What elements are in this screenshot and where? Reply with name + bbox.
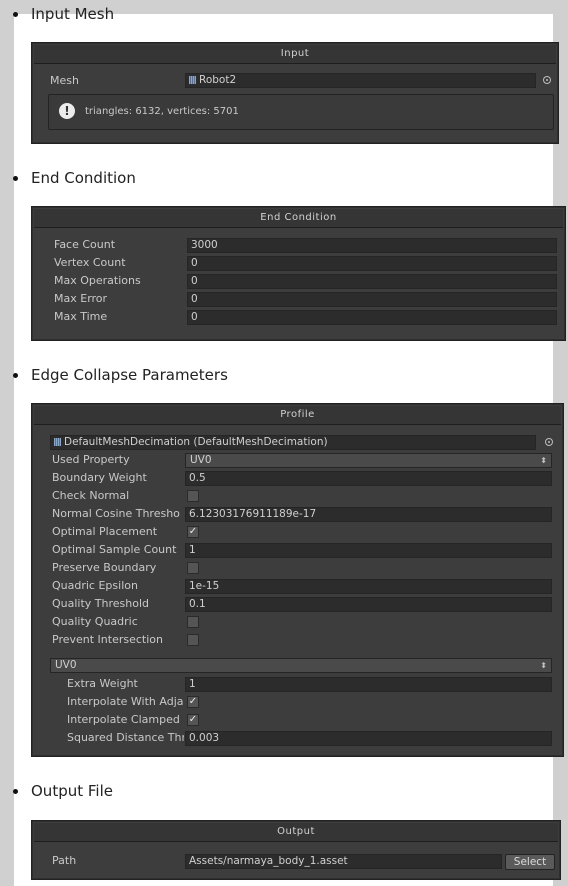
- optimal-sample-label: Optimal Sample Count: [52, 543, 177, 556]
- section-heading-output-file: Output File: [31, 782, 113, 800]
- bullet: [13, 12, 18, 17]
- extra-weight-label: Extra Weight: [67, 677, 138, 690]
- used-property-dropdown[interactable]: UV0 ⬍: [185, 453, 552, 468]
- profile-asset-field[interactable]: DefaultMeshDecimation (DefaultMeshDecima…: [50, 435, 536, 450]
- quality-quadric-label: Quality Quadric: [52, 615, 138, 628]
- vertex-count-field[interactable]: 0: [187, 256, 557, 271]
- dropdown-arrow-icon: ⬍: [540, 456, 547, 465]
- profile-picker-icon[interactable]: [545, 438, 553, 446]
- quadric-epsilon-field[interactable]: 1e-15: [185, 579, 552, 594]
- mesh-asset-icon: [189, 76, 196, 84]
- face-count-field[interactable]: 3000: [187, 238, 557, 253]
- end-condition-panel: End Condition Face Count 3000 Vertex Cou…: [31, 206, 566, 341]
- max-error-label: Max Error: [54, 292, 108, 305]
- mesh-label: Mesh: [50, 74, 79, 87]
- boundary-weight-label: Boundary Weight: [52, 471, 147, 484]
- optimal-placement-label: Optimal Placement: [52, 525, 158, 538]
- quality-threshold-field[interactable]: 0.1: [185, 597, 552, 612]
- mesh-value: Robot2: [199, 74, 237, 86]
- input-panel: Input Mesh Robot2 ! triangles: 6132, ver…: [31, 42, 559, 144]
- max-error-field[interactable]: 0: [187, 292, 557, 307]
- profile-asset-icon: [54, 438, 61, 446]
- mesh-field[interactable]: Robot2: [185, 73, 536, 88]
- output-panel-title: Output: [34, 823, 558, 842]
- info-icon: !: [59, 103, 75, 119]
- interpolate-adj-label: Interpolate With Adja: [67, 695, 184, 708]
- object-picker-icon[interactable]: [543, 76, 551, 84]
- interpolate-adj-checkbox[interactable]: ✓: [187, 696, 199, 708]
- path-label: Path: [52, 854, 77, 867]
- bullet: [13, 789, 18, 794]
- squared-distance-field[interactable]: 0.003: [185, 731, 552, 746]
- max-operations-field[interactable]: 0: [187, 274, 557, 289]
- interpolate-clamped-checkbox[interactable]: ✓: [187, 714, 199, 726]
- used-property-label: Used Property: [52, 453, 130, 466]
- max-operations-label: Max Operations: [54, 274, 141, 287]
- prevent-intersection-checkbox[interactable]: [187, 634, 199, 646]
- profile-panel-title: Profile: [34, 406, 561, 425]
- extra-weight-field[interactable]: 1: [185, 677, 552, 692]
- max-time-label: Max Time: [54, 310, 108, 323]
- used-property-value: UV0: [190, 454, 212, 466]
- preserve-boundary-checkbox[interactable]: [187, 562, 199, 574]
- vertex-count-label: Vertex Count: [54, 256, 126, 269]
- profile-panel: Profile DefaultMeshDecimation (DefaultMe…: [31, 403, 564, 757]
- bullet: [13, 373, 18, 378]
- interpolate-clamped-label: Interpolate Clamped: [67, 713, 180, 726]
- dropdown-arrow-icon: ⬍: [540, 661, 547, 670]
- mesh-info-box: ! triangles: 6132, vertices: 5701: [48, 94, 554, 130]
- max-time-field[interactable]: 0: [187, 310, 557, 325]
- profile-asset-value: DefaultMeshDecimation (DefaultMeshDecima…: [64, 436, 328, 448]
- path-field[interactable]: Assets/narmaya_body_1.asset: [185, 854, 502, 869]
- preserve-boundary-label: Preserve Boundary: [52, 561, 157, 574]
- normal-cosine-field[interactable]: 6.12303176911189e-17: [185, 507, 552, 522]
- quadric-epsilon-label: Quadric Epsilon: [52, 579, 138, 592]
- optimal-sample-field[interactable]: 1: [185, 543, 552, 558]
- check-normal-checkbox[interactable]: [187, 490, 199, 502]
- select-button[interactable]: Select: [505, 854, 555, 870]
- optimal-placement-checkbox[interactable]: ✓: [187, 526, 199, 538]
- section-heading-input-mesh: Input Mesh: [31, 5, 115, 23]
- input-panel-title: Input: [34, 45, 556, 64]
- mesh-info-text: triangles: 6132, vertices: 5701: [85, 106, 239, 117]
- squared-distance-label: Squared Distance Thr: [67, 731, 184, 744]
- normal-cosine-label: Normal Cosine Thresho: [52, 507, 180, 520]
- check-normal-label: Check Normal: [52, 489, 130, 502]
- quality-threshold-label: Quality Threshold: [52, 597, 150, 610]
- bullet: [13, 176, 18, 181]
- face-count-label: Face Count: [54, 238, 116, 251]
- left-gutter: [0, 0, 14, 886]
- quality-quadric-checkbox[interactable]: [187, 616, 199, 628]
- prevent-intersection-label: Prevent Intersection: [52, 633, 163, 646]
- end-condition-panel-title: End Condition: [34, 209, 563, 228]
- boundary-weight-field[interactable]: 0.5: [185, 471, 552, 486]
- section-heading-edge-collapse: Edge Collapse Parameters: [31, 366, 228, 384]
- uv-channel-value: UV0: [55, 659, 77, 671]
- uv-channel-foldout[interactable]: UV0 ⬍: [50, 658, 552, 673]
- section-heading-end-condition: End Condition: [31, 169, 136, 187]
- output-panel: Output Path Assets/narmaya_body_1.asset …: [31, 820, 561, 880]
